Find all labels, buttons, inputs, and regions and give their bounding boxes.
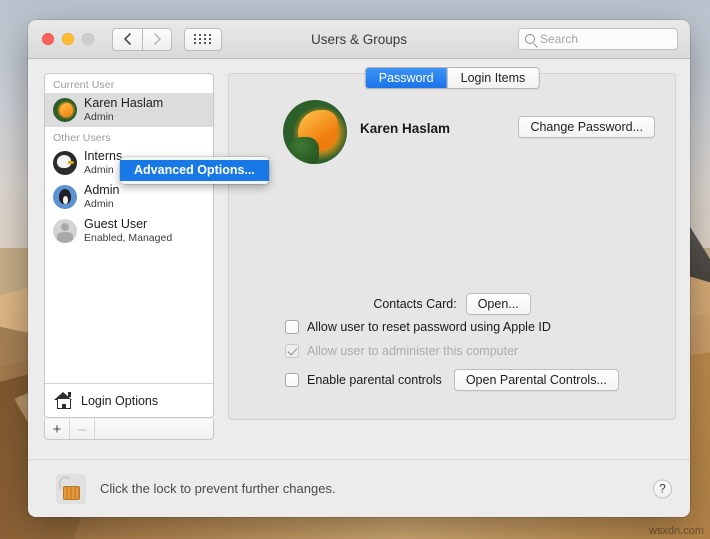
user-list-sidebar: Current User Karen Haslam Admin Other Us… xyxy=(44,73,214,418)
navigation-buttons xyxy=(112,27,172,51)
sidebar-action-bar: + – xyxy=(44,419,214,440)
house-icon xyxy=(54,392,73,409)
context-menu: Advanced Options... xyxy=(120,157,269,184)
user-role: Enabled, Managed xyxy=(84,232,173,245)
checkbox-parental-controls[interactable] xyxy=(285,373,299,387)
user-role: Admin xyxy=(84,198,114,211)
user-text-block: Guest User Enabled, Managed xyxy=(84,217,172,244)
lock-message: Click the lock to prevent further change… xyxy=(100,481,336,496)
user-text-block: Interns Admin xyxy=(84,149,122,176)
user-text-block: Admin Admin xyxy=(84,183,119,210)
checkbox-label-administer-computer: Allow user to administer this computer xyxy=(307,344,519,358)
avatar-eagle-icon xyxy=(53,151,77,175)
user-name: Interns xyxy=(84,149,123,164)
sidebar-item-admin[interactable]: Admin Admin xyxy=(45,180,213,214)
lock-bar: Click the lock to prevent further change… xyxy=(28,459,690,517)
forward-button[interactable] xyxy=(142,27,172,51)
open-contacts-card-button[interactable]: Open... xyxy=(465,293,531,315)
checkbox-row-reset-password[interactable]: Allow user to reset password using Apple… xyxy=(285,320,551,334)
user-role: Admin xyxy=(84,164,114,177)
show-all-button[interactable] xyxy=(184,27,222,51)
tab-password[interactable]: Password xyxy=(365,68,447,88)
lock-button[interactable] xyxy=(56,473,86,504)
login-options-label: Login Options xyxy=(81,393,159,408)
avatar-penguin-icon xyxy=(53,185,77,209)
search-input[interactable] xyxy=(540,32,671,46)
sidebar-action-bar-filler xyxy=(95,419,213,439)
checkbox-row-administer-computer: Allow user to administer this computer xyxy=(285,344,518,358)
user-avatar-large[interactable] xyxy=(283,100,347,164)
unlocked-padlock-icon xyxy=(59,475,72,489)
password-settings-panel: Password Login Items Karen Haslam Change… xyxy=(228,67,676,420)
open-parental-controls-button[interactable]: Open Parental Controls... xyxy=(453,369,619,391)
users-and-groups-window: Users & Groups Current User Karen Haslam… xyxy=(28,20,690,517)
checkbox-label-parental-controls: Enable parental controls xyxy=(307,373,442,387)
menu-item-advanced-options[interactable]: Advanced Options... xyxy=(120,160,269,181)
user-role: Admin xyxy=(84,111,114,124)
avatar-guest-icon xyxy=(53,219,77,243)
user-name: Admin xyxy=(84,183,120,198)
window-body: Current User Karen Haslam Admin Other Us… xyxy=(28,59,690,517)
user-name: Guest User xyxy=(84,217,148,232)
checkbox-row-parental-controls[interactable]: Enable parental controls Open Parental C… xyxy=(285,369,619,391)
add-user-button[interactable]: + xyxy=(45,419,70,439)
user-full-name: Karen Haslam xyxy=(360,121,451,136)
checkbox-reset-password[interactable] xyxy=(285,320,299,334)
search-icon xyxy=(525,34,535,44)
minimize-button[interactable] xyxy=(62,33,74,45)
tab-login-items[interactable]: Login Items xyxy=(446,68,539,88)
sidebar-item-login-options[interactable]: Login Options xyxy=(45,383,213,417)
change-password-button[interactable]: Change Password... xyxy=(518,116,655,138)
sidebar-item-karen-haslam[interactable]: Karen Haslam Admin xyxy=(45,93,213,127)
checkbox-administer-computer xyxy=(285,344,299,358)
user-name: Karen Haslam xyxy=(84,96,164,111)
tab-bar: Password Login Items xyxy=(364,67,540,89)
grid-icon xyxy=(194,34,212,44)
help-button[interactable]: ? xyxy=(653,479,672,498)
group-header-current-user: Current User xyxy=(53,79,115,91)
site-watermark: wsxdn.com xyxy=(648,525,704,537)
user-text-block: Karen Haslam Admin xyxy=(84,96,163,123)
contacts-card-label: Contacts Card: xyxy=(373,297,457,311)
sidebar-item-guest-user[interactable]: Guest User Enabled, Managed xyxy=(45,214,213,248)
traffic-light-group xyxy=(42,33,94,45)
contacts-card-row: Contacts Card: Open... xyxy=(229,293,675,315)
group-header-other-users: Other Users xyxy=(53,132,111,144)
zoom-button[interactable] xyxy=(82,33,94,45)
search-field[interactable] xyxy=(518,28,678,50)
window-titlebar: Users & Groups xyxy=(28,20,690,59)
back-button[interactable] xyxy=(112,27,142,51)
close-button[interactable] xyxy=(42,33,54,45)
checkbox-label-reset-password: Allow user to reset password using Apple… xyxy=(307,320,551,334)
avatar-flower-icon xyxy=(53,98,77,122)
remove-user-button[interactable]: – xyxy=(70,419,95,439)
